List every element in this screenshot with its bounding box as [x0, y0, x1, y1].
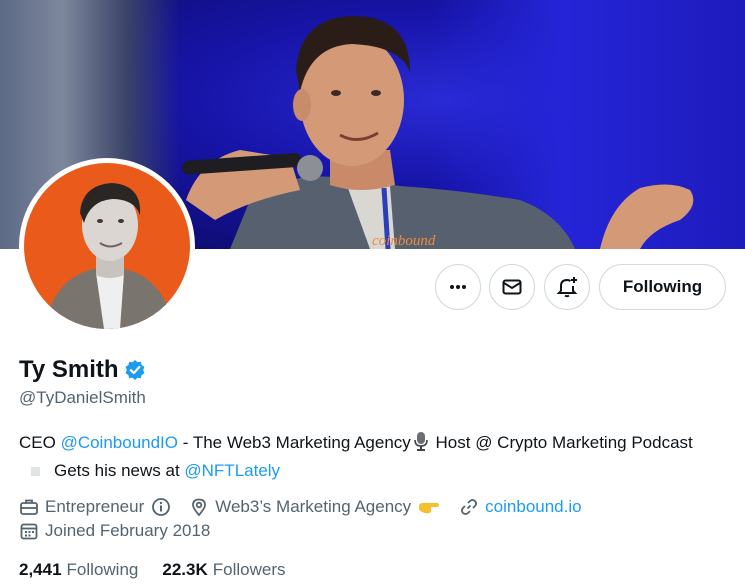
meta-joined: Joined February 2018: [19, 521, 210, 541]
avatar[interactable]: [19, 158, 195, 334]
bio-square-icon: [31, 466, 40, 476]
info-icon[interactable]: [151, 497, 171, 517]
following-count: 2,441: [19, 560, 62, 579]
follow-stats: 2,441 Following 22.3K Followers: [19, 560, 309, 580]
pointing-hand-icon: [419, 503, 440, 514]
following-button[interactable]: Following: [599, 264, 726, 310]
profile-meta-row: Entrepreneur Web3’s Marketing Agency coi…: [19, 497, 600, 517]
following-label: Following: [66, 560, 139, 579]
link-icon: [461, 499, 478, 515]
location-label: Web3’s Marketing Agency: [215, 497, 412, 516]
avatar-photo: [24, 163, 190, 329]
meta-website[interactable]: coinbound.io: [459, 497, 582, 517]
notifications-button[interactable]: [544, 264, 590, 310]
meta-location: Web3’s Marketing Agency: [189, 497, 441, 517]
following-stat-link[interactable]: 2,441 Following: [19, 560, 138, 580]
user-handle: @TyDanielSmith: [19, 388, 146, 407]
microphone-icon: [413, 431, 429, 458]
bio-text-news: Gets his news at: [54, 461, 185, 480]
banner-shirt-text: coinbound: [372, 233, 436, 249]
more-icon: [450, 285, 466, 289]
bio-text-host: Host @ Crypto Marketing Podcast: [430, 433, 693, 452]
followers-stat-link[interactable]: 22.3K Followers: [162, 560, 285, 580]
meta-category: Entrepreneur: [19, 497, 171, 517]
category-label: Entrepreneur: [45, 497, 145, 516]
followers-count: 22.3K: [162, 560, 208, 579]
display-name: Ty Smith: [19, 356, 119, 383]
bio-mention-nftlately[interactable]: @NFTLately: [184, 461, 280, 480]
followers-label: Followers: [212, 560, 286, 579]
message-button[interactable]: [489, 264, 535, 310]
verified-badge-icon: [124, 359, 146, 381]
name-row: Ty Smith: [19, 356, 146, 384]
website-link[interactable]: coinbound.io: [485, 497, 581, 517]
profile-joined-row: Joined February 2018: [19, 521, 228, 541]
bell-plus-icon: [556, 277, 578, 298]
location-pin-icon: [192, 498, 207, 517]
joined-label: Joined February 2018: [45, 521, 211, 540]
calendar-icon: [20, 523, 38, 540]
envelope-icon: [502, 279, 522, 295]
more-button[interactable]: [435, 264, 481, 310]
profile-bio: CEO @CoinboundIO - The Web3 Marketing Ag…: [19, 430, 719, 483]
briefcase-icon: [20, 499, 38, 515]
bio-text-ceo: CEO: [19, 433, 61, 452]
bio-text-agency: - The Web3 Marketing Agency: [178, 433, 411, 452]
bio-mention-coinbound[interactable]: @CoinboundIO: [61, 433, 178, 452]
